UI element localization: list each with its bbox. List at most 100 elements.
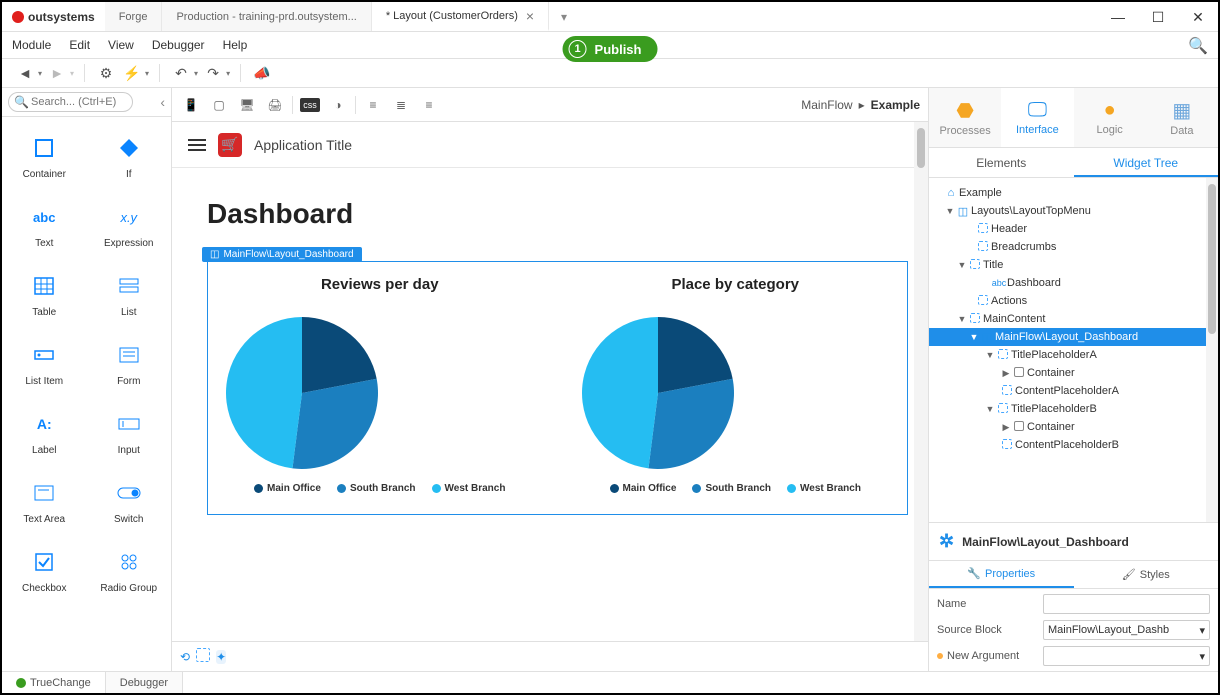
page-title: Dashboard <box>207 198 908 230</box>
css-button[interactable]: css <box>299 94 321 116</box>
brush-icon: 🖌 <box>1122 568 1136 581</box>
tab-data[interactable]: ▦Data <box>1146 88 1218 147</box>
tree-node[interactable]: ⌂ Example <box>929 184 1218 202</box>
prop-newarg-label: New Argument <box>937 650 1037 662</box>
menu-debugger[interactable]: Debugger <box>150 35 207 55</box>
tab-logic[interactable]: ●Logic <box>1074 88 1146 147</box>
chevron-down-icon: ▾ <box>1199 624 1205 637</box>
palette-item-form[interactable]: Form <box>87 330 172 399</box>
prop-source-dropdown[interactable]: MainFlow\Layout_Dashb▾ <box>1043 620 1210 640</box>
tree-node[interactable]: ▼ MainContent <box>929 310 1218 328</box>
align-left-icon[interactable]: ≡ <box>362 94 384 116</box>
settings-icon[interactable]: ⚙ <box>95 62 117 84</box>
label-icon: A: <box>6 409 83 439</box>
align-right-icon[interactable]: ≡ <box>418 94 440 116</box>
radio-icon <box>91 547 168 577</box>
palette-item-switch[interactable]: Switch <box>87 468 172 537</box>
legend-item: South Branch <box>692 483 771 494</box>
tree-node[interactable]: Breadcrumbs <box>929 238 1218 256</box>
tab-processes[interactable]: ⬣Processes <box>929 88 1001 147</box>
palette-item-radio[interactable]: Radio Group <box>87 537 172 606</box>
subtab-widget-tree[interactable]: Widget Tree <box>1074 148 1219 177</box>
palette-item-if[interactable]: If <box>87 123 172 192</box>
block-tag[interactable]: ◫MainFlow\Layout_Dashboard <box>202 247 362 262</box>
device-print-icon[interactable]: 🖨 <box>264 94 286 116</box>
tab-interface[interactable]: 🖵Interface <box>1001 88 1073 147</box>
close-button[interactable]: ✕ <box>1178 2 1218 32</box>
align-center-icon[interactable]: ≣ <box>390 94 412 116</box>
text-icon: abc <box>6 202 83 232</box>
palette-item-text[interactable]: abcText <box>2 192 87 261</box>
tab-add-icon[interactable]: ▾ <box>549 2 579 31</box>
tab-forge[interactable]: Forge <box>105 2 163 31</box>
global-search-icon[interactable]: 🔍 <box>1188 36 1208 56</box>
ok-icon <box>16 678 26 688</box>
brand-label: outsystems <box>28 10 95 24</box>
breadcrumb-current: Example <box>871 98 920 112</box>
palette-item-list[interactable]: List <box>87 261 172 330</box>
redo-icon[interactable]: ↷ <box>202 62 224 84</box>
publish-label: Publish <box>595 42 642 57</box>
prop-name-label: Name <box>937 598 1037 610</box>
palette-item-listitem[interactable]: List Item <box>2 330 87 399</box>
palette-item-label[interactable]: A:Label <box>2 399 87 468</box>
stage-scrollbar[interactable] <box>914 122 928 641</box>
status-truechange[interactable]: TrueChange <box>2 672 106 693</box>
palette-item-checkbox[interactable]: Checkbox <box>2 537 87 606</box>
props-tab-styles[interactable]: 🖌Styles <box>1074 561 1219 588</box>
close-icon[interactable]: × <box>526 8 534 24</box>
view-mode-2-icon[interactable] <box>196 648 210 665</box>
theme-icon[interactable]: ◑ <box>327 94 349 116</box>
subtab-elements[interactable]: Elements <box>929 148 1074 177</box>
tree-node[interactable]: abc Dashboard <box>929 274 1218 292</box>
pie-chart-right <box>578 313 738 473</box>
view-mode-1-icon[interactable]: ⟲ <box>180 650 190 664</box>
palette-item-input[interactable]: Input <box>87 399 172 468</box>
hamburger-icon[interactable] <box>188 139 206 151</box>
back-button[interactable]: ◄ <box>14 62 36 84</box>
forward-button[interactable]: ► <box>46 62 68 84</box>
tree-node[interactable]: ▼ TitlePlaceholderB <box>929 400 1218 418</box>
maximize-button[interactable]: ☐ <box>1138 2 1178 32</box>
palette-item-textarea[interactable]: Text Area <box>2 468 87 537</box>
menu-help[interactable]: Help <box>221 35 250 55</box>
tree-node[interactable]: ▶ Container <box>929 364 1218 382</box>
prop-name-input[interactable] <box>1043 594 1210 614</box>
tree-node[interactable]: ContentPlaceholderA <box>929 382 1218 400</box>
tab-layout-active[interactable]: * Layout (CustomerOrders) × <box>372 2 549 31</box>
tab-production[interactable]: Production - training-prd.outsystem... <box>162 2 371 31</box>
tree-node[interactable]: ▼ TitlePlaceholderA <box>929 346 1218 364</box>
tree-scrollbar[interactable] <box>1206 178 1218 522</box>
publish-button[interactable]: 1 Publish <box>563 36 658 62</box>
plug-icon[interactable]: ⚡ <box>121 62 143 84</box>
palette-item-container[interactable]: Container <box>2 123 87 192</box>
minimize-button[interactable]: — <box>1098 2 1138 32</box>
breadcrumb-parent[interactable]: MainFlow <box>801 98 852 112</box>
search-icon: 🔍 <box>14 95 29 109</box>
menu-module[interactable]: Module <box>10 35 53 55</box>
menu-view[interactable]: View <box>106 35 136 55</box>
legend-item: West Branch <box>787 483 861 494</box>
device-phone-icon[interactable]: 📱 <box>180 94 202 116</box>
feedback-icon[interactable]: 📣 <box>251 62 273 84</box>
device-tablet-icon[interactable]: ▢ <box>208 94 230 116</box>
collapse-left-icon[interactable]: ‹ <box>160 94 165 110</box>
tree-node[interactable]: ▼ Title <box>929 256 1218 274</box>
palette-item-expr[interactable]: x.yExpression <box>87 192 172 261</box>
tree-node[interactable]: Header <box>929 220 1218 238</box>
tree-node[interactable]: ▼◫ Layouts\LayoutTopMenu <box>929 202 1218 220</box>
tree-node[interactable]: Actions <box>929 292 1218 310</box>
undo-icon[interactable]: ↶ <box>170 62 192 84</box>
view-mode-3-icon[interactable]: ✦ <box>216 650 226 664</box>
tree-node[interactable]: ContentPlaceholderB <box>929 436 1218 454</box>
expr-icon: x.y <box>91 202 168 232</box>
dashboard-block[interactable]: Reviews per day Main OfficeSouth BranchW… <box>207 261 908 515</box>
status-debugger[interactable]: Debugger <box>106 672 183 693</box>
props-tab-properties[interactable]: 🔧Properties <box>929 561 1074 588</box>
tree-node[interactable]: ▶ Container <box>929 418 1218 436</box>
prop-newarg-dropdown[interactable]: ▾ <box>1043 646 1210 666</box>
tree-node[interactable]: ▼◫ MainFlow\Layout_Dashboard <box>929 328 1218 346</box>
menu-edit[interactable]: Edit <box>67 35 92 55</box>
palette-item-table[interactable]: Table <box>2 261 87 330</box>
device-desktop-icon[interactable]: 🖥 <box>236 94 258 116</box>
